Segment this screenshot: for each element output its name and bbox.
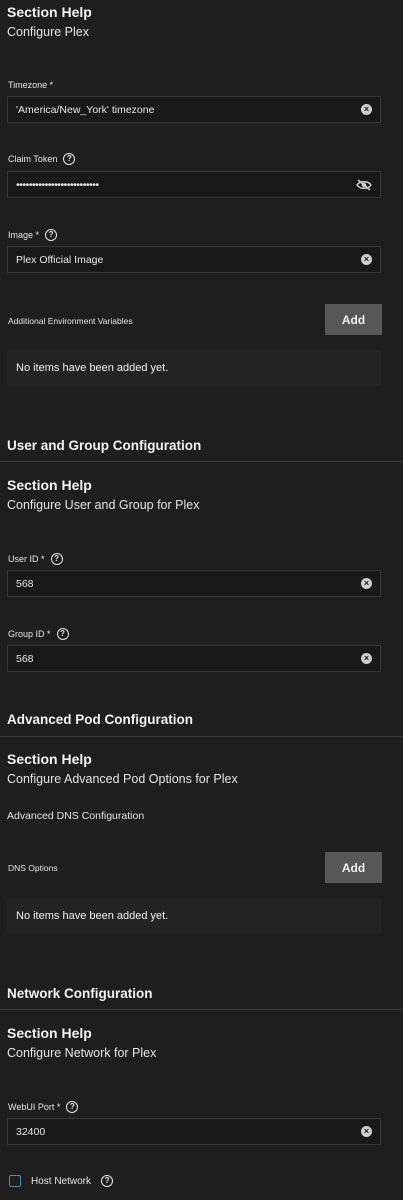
image-label: Image * ?	[8, 229, 58, 241]
clear-icon[interactable]: ×	[361, 578, 372, 589]
section-help-title: Section Help	[7, 4, 92, 20]
timezone-value: 'America/New_York' timezone	[16, 103, 155, 116]
claim-token-value: ••••••••••••••••••••••••••	[16, 178, 99, 191]
webui-port-label: WebUI Port * ?	[8, 1101, 79, 1113]
env-vars-empty-state: No items have been added yet.	[7, 350, 381, 386]
help-icon[interactable]: ?	[66, 1101, 79, 1113]
user-group-title: User and Group Configuration	[7, 438, 202, 453]
group-id-label: Group ID * ?	[8, 628, 69, 640]
image-label-text: Image *	[8, 230, 40, 240]
user-id-label: User ID * ?	[8, 553, 63, 565]
claim-token-input[interactable]: ••••••••••••••••••••••••••	[7, 171, 381, 198]
clear-icon[interactable]: ×	[361, 254, 372, 265]
user-id-input[interactable]: 568 ×	[7, 570, 381, 597]
timezone-label: Timezone *	[8, 80, 53, 90]
dns-options-label: DNS Options	[8, 863, 58, 873]
section-help-title: Section Help	[7, 1025, 92, 1041]
section-help-title: Section Help	[7, 751, 92, 767]
webui-port-value: 32400	[16, 1125, 46, 1138]
claim-token-label: Claim Token ?	[8, 153, 76, 165]
host-network-row: Host Network ?	[9, 1175, 114, 1187]
claim-token-label-text: Claim Token	[8, 154, 58, 164]
section-help-text: Configure Network for Plex	[7, 1046, 157, 1060]
user-id-value: 568	[16, 577, 34, 590]
advanced-pod-title: Advanced Pod Configuration	[7, 712, 194, 727]
eye-off-icon[interactable]	[356, 178, 372, 191]
divider	[0, 736, 403, 737]
divider	[0, 461, 403, 462]
timezone-label-text: Timezone *	[8, 80, 54, 90]
group-id-input[interactable]: 568 ×	[7, 645, 381, 672]
add-env-var-button[interactable]: Add	[325, 304, 382, 335]
webui-port-input[interactable]: 32400 ×	[7, 1118, 381, 1145]
host-network-label: Host Network	[31, 1175, 92, 1187]
dns-options-empty-state: No items have been added yet.	[7, 898, 381, 934]
host-network-checkbox[interactable]	[9, 1175, 21, 1187]
advanced-dns-label: Advanced DNS Configuration	[7, 810, 145, 822]
section-help-text: Configure Plex	[7, 25, 89, 39]
network-title: Network Configuration	[7, 986, 153, 1001]
section-help-text: Configure User and Group for Plex	[7, 498, 200, 512]
image-value: Plex Official Image	[16, 253, 104, 266]
help-icon[interactable]: ?	[56, 628, 69, 640]
clear-icon[interactable]: ×	[361, 104, 372, 115]
add-dns-option-button[interactable]: Add	[325, 852, 382, 883]
group-id-value: 568	[16, 652, 34, 665]
webui-port-label-text: WebUI Port *	[8, 1102, 61, 1112]
help-icon[interactable]: ?	[63, 153, 76, 165]
image-select[interactable]: Plex Official Image ×	[7, 246, 381, 273]
env-vars-label: Additional Environment Variables	[8, 316, 133, 326]
group-id-label-text: Group ID *	[8, 629, 51, 639]
help-icon[interactable]: ?	[101, 1175, 114, 1187]
clear-icon[interactable]: ×	[361, 653, 372, 664]
user-id-label-text: User ID *	[8, 554, 45, 564]
divider	[0, 1009, 403, 1010]
clear-icon[interactable]: ×	[361, 1126, 372, 1137]
section-help-title: Section Help	[7, 477, 92, 493]
section-help-text: Configure Advanced Pod Options for Plex	[7, 772, 238, 786]
help-icon[interactable]: ?	[50, 553, 63, 565]
help-icon[interactable]: ?	[45, 229, 58, 241]
timezone-select[interactable]: 'America/New_York' timezone ×	[7, 96, 381, 123]
